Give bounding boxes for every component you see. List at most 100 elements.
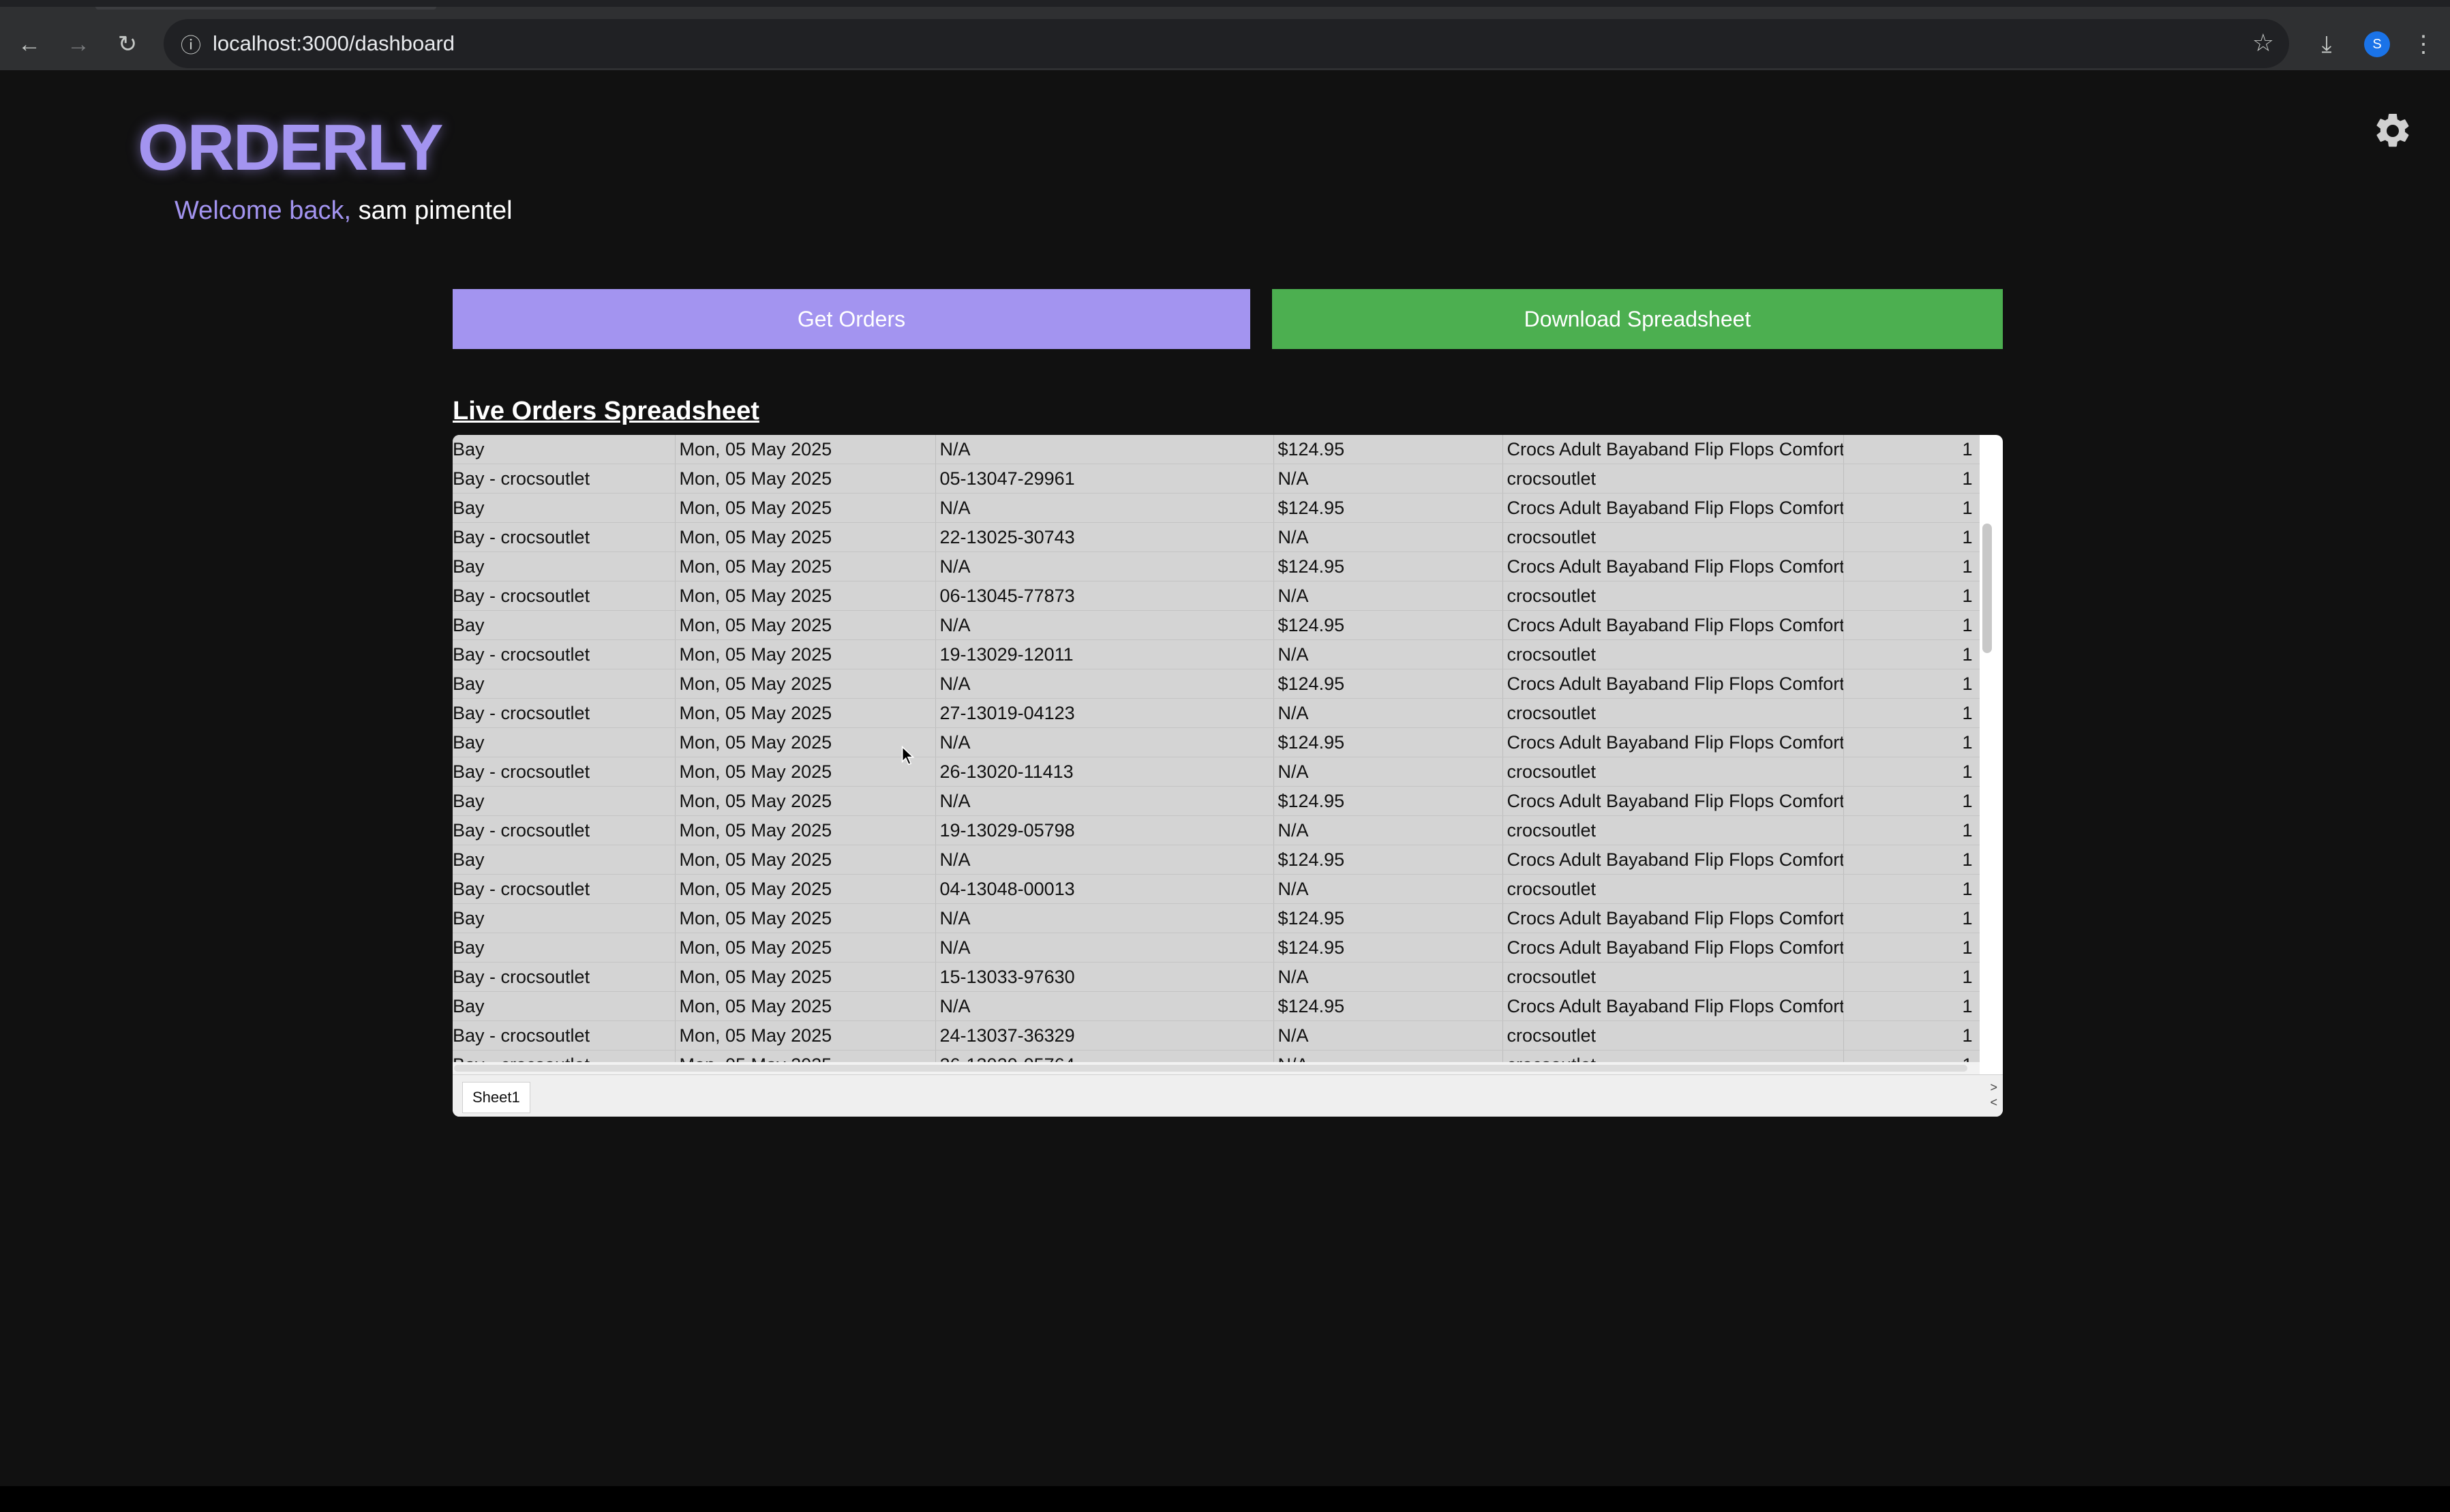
table-cell[interactable]: Bay bbox=[453, 903, 676, 933]
table-cell[interactable]: 15-13033-97630 bbox=[935, 962, 1274, 992]
table-cell[interactable]: 04-13048-00013 bbox=[935, 874, 1274, 904]
table-cell[interactable]: 1 bbox=[1843, 874, 1980, 904]
table-cell[interactable]: Mon, 05 May 2025 bbox=[675, 903, 936, 933]
table-cell[interactable]: N/A bbox=[935, 669, 1274, 699]
table-cell[interactable]: Bay bbox=[453, 669, 676, 699]
table-cell[interactable]: N/A bbox=[1273, 639, 1503, 669]
table-cell[interactable]: Bay bbox=[453, 493, 676, 523]
table-cell[interactable]: 1 bbox=[1843, 669, 1980, 699]
table-cell[interactable]: Bay - crocsoutlet bbox=[453, 815, 676, 845]
table-cell[interactable]: Mon, 05 May 2025 bbox=[675, 639, 936, 669]
table-cell[interactable]: 1 bbox=[1843, 1020, 1980, 1050]
table-cell[interactable]: $124.95 bbox=[1273, 610, 1503, 640]
table-cell[interactable]: crocsoutlet bbox=[1502, 581, 1844, 611]
table-cell[interactable]: Mon, 05 May 2025 bbox=[675, 669, 936, 699]
table-cell[interactable]: Mon, 05 May 2025 bbox=[675, 435, 936, 464]
info-icon[interactable]: ⓘ bbox=[177, 30, 205, 57]
table-cell[interactable]: $124.95 bbox=[1273, 727, 1503, 757]
table-cell[interactable]: Crocs Adult Bayaband Flip Flops Comforta bbox=[1502, 669, 1844, 699]
get-orders-button[interactable]: Get Orders bbox=[453, 289, 1250, 349]
table-cell[interactable]: N/A bbox=[1273, 464, 1503, 494]
table-cell[interactable]: Mon, 05 May 2025 bbox=[675, 991, 936, 1021]
table-cell[interactable]: 26-13020-11413 bbox=[935, 757, 1274, 787]
table-cell[interactable]: Bay bbox=[453, 551, 676, 581]
table-cell[interactable]: crocsoutlet bbox=[1502, 874, 1844, 904]
table-cell[interactable]: N/A bbox=[935, 435, 1274, 464]
table-cell[interactable]: N/A bbox=[935, 903, 1274, 933]
table-cell[interactable]: crocsoutlet bbox=[1502, 962, 1844, 992]
table-cell[interactable]: 22-13025-30743 bbox=[935, 522, 1274, 552]
table-cell[interactable]: $124.95 bbox=[1273, 551, 1503, 581]
table-cell[interactable]: N/A bbox=[935, 845, 1274, 875]
table-cell[interactable]: Crocs Adult Bayaband Flip Flops Comforta bbox=[1502, 551, 1844, 581]
table-cell[interactable]: Bay - crocsoutlet bbox=[453, 464, 676, 494]
table-cell[interactable]: crocsoutlet bbox=[1502, 698, 1844, 728]
table-cell[interactable]: 1 bbox=[1843, 757, 1980, 787]
table-cell[interactable]: N/A bbox=[1273, 757, 1503, 787]
table-cell[interactable]: 1 bbox=[1843, 933, 1980, 963]
table-cell[interactable]: Bay bbox=[453, 933, 676, 963]
table-cell[interactable]: Mon, 05 May 2025 bbox=[675, 757, 936, 787]
table-cell[interactable]: N/A bbox=[935, 493, 1274, 523]
table-cell[interactable]: 1 bbox=[1843, 786, 1980, 816]
table-cell[interactable]: Mon, 05 May 2025 bbox=[675, 727, 936, 757]
table-cell[interactable]: Bay bbox=[453, 727, 676, 757]
spreadsheet-grid[interactable]: Bay Mon, 05 May 2025 N/A $124.95 Crocs Adult… bbox=[453, 435, 1980, 1062]
table-cell[interactable]: 1 bbox=[1843, 962, 1980, 992]
table-cell[interactable]: N/A bbox=[935, 551, 1274, 581]
table-cell[interactable]: crocsoutlet bbox=[1502, 522, 1844, 552]
sheet-tab[interactable]: Sheet1 bbox=[462, 1082, 530, 1113]
table-cell[interactable]: Mon, 05 May 2025 bbox=[675, 551, 936, 581]
table-cell[interactable]: $124.95 bbox=[1273, 845, 1503, 875]
table-cell[interactable]: Mon, 05 May 2025 bbox=[675, 1020, 936, 1050]
table-cell[interactable]: 27-13019-04123 bbox=[935, 698, 1274, 728]
table-cell[interactable]: N/A bbox=[935, 786, 1274, 816]
download-spreadsheet-button[interactable]: Download Spreadsheet bbox=[1272, 289, 2003, 349]
table-cell[interactable]: Bay - crocsoutlet bbox=[453, 1020, 676, 1050]
table-cell[interactable]: 1 bbox=[1843, 610, 1980, 640]
table-cell[interactable]: Bay - crocsoutlet bbox=[453, 522, 676, 552]
table-cell[interactable]: 1 bbox=[1843, 639, 1980, 669]
table-cell[interactable]: 1 bbox=[1843, 698, 1980, 728]
address-bar[interactable]: ⓘ localhost:3000/dashboard ☆ bbox=[164, 19, 2289, 68]
table-cell[interactable]: Mon, 05 May 2025 bbox=[675, 845, 936, 875]
table-cell[interactable]: Bay - crocsoutlet bbox=[453, 1050, 676, 1062]
table-cell[interactable]: N/A bbox=[1273, 522, 1503, 552]
table-cell[interactable]: 05-13047-29961 bbox=[935, 464, 1274, 494]
table-cell[interactable]: Bay bbox=[453, 610, 676, 640]
table-cell[interactable]: Crocs Adult Bayaband Flip Flops Comforta bbox=[1502, 903, 1844, 933]
table-cell[interactable]: Mon, 05 May 2025 bbox=[675, 464, 936, 494]
table-cell[interactable]: Mon, 05 May 2025 bbox=[675, 581, 936, 611]
vertical-scrollbar[interactable] bbox=[1982, 524, 1992, 653]
table-cell[interactable]: Mon, 05 May 2025 bbox=[675, 874, 936, 904]
table-cell[interactable]: $124.95 bbox=[1273, 435, 1503, 464]
table-cell[interactable]: N/A bbox=[1273, 815, 1503, 845]
back-icon[interactable]: ← bbox=[12, 27, 46, 61]
table-cell[interactable]: 1 bbox=[1843, 727, 1980, 757]
download-icon[interactable]: ⤓ bbox=[2310, 27, 2344, 61]
table-cell[interactable]: Crocs Adult Bayaband Flip Flops Comforta bbox=[1502, 435, 1844, 464]
table-cell[interactable]: Crocs Adult Bayaband Flip Flops Comforta bbox=[1502, 933, 1844, 963]
table-cell[interactable]: Bay - crocsoutlet bbox=[453, 698, 676, 728]
star-icon[interactable]: ☆ bbox=[2252, 29, 2274, 57]
table-cell[interactable]: Crocs Adult Bayaband Flip Flops Comforta bbox=[1502, 727, 1844, 757]
forward-icon[interactable]: → bbox=[61, 27, 95, 61]
table-cell[interactable]: crocsoutlet bbox=[1502, 1050, 1844, 1062]
table-cell[interactable]: 1 bbox=[1843, 1050, 1980, 1062]
table-cell[interactable]: Bay - crocsoutlet bbox=[453, 757, 676, 787]
table-cell[interactable]: N/A bbox=[1273, 874, 1503, 904]
table-cell[interactable]: 1 bbox=[1843, 493, 1980, 523]
table-cell[interactable]: N/A bbox=[935, 991, 1274, 1021]
table-cell[interactable]: $124.95 bbox=[1273, 903, 1503, 933]
table-cell[interactable]: Bay - crocsoutlet bbox=[453, 962, 676, 992]
table-cell[interactable]: Crocs Adult Bayaband Flip Flops Comforta bbox=[1502, 610, 1844, 640]
table-cell[interactable]: Crocs Adult Bayaband Flip Flops Comforta bbox=[1502, 786, 1844, 816]
table-cell[interactable]: $124.95 bbox=[1273, 933, 1503, 963]
table-cell[interactable]: 1 bbox=[1843, 522, 1980, 552]
table-cell[interactable]: 1 bbox=[1843, 464, 1980, 494]
table-cell[interactable]: N/A bbox=[935, 610, 1274, 640]
avatar[interactable]: S bbox=[2364, 31, 2390, 57]
table-cell[interactable]: N/A bbox=[935, 727, 1274, 757]
table-cell[interactable]: 06-13045-77873 bbox=[935, 581, 1274, 611]
table-cell[interactable]: crocsoutlet bbox=[1502, 757, 1844, 787]
